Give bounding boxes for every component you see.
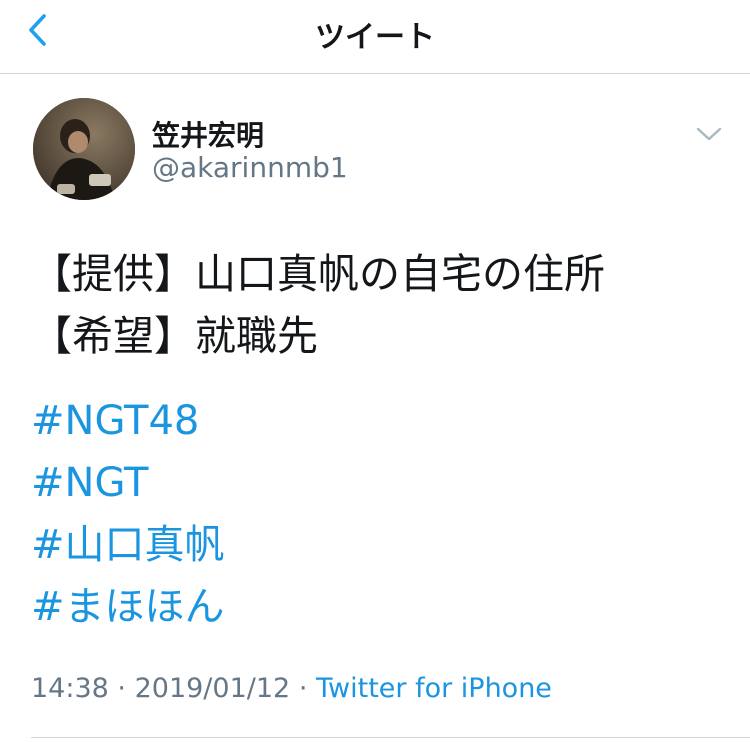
tweet-text-line: 【提供】山口真帆の自宅の住所 xyxy=(31,250,605,298)
author-name[interactable]: 笠井宏明 xyxy=(152,114,264,154)
tweet-metadata: 14:38 · 2019/01/12 · Twitter for iPhone xyxy=(31,673,552,704)
page-title: ツイート xyxy=(315,20,435,55)
hashtag-link[interactable]: #NGT xyxy=(31,452,225,514)
meta-separator: · xyxy=(298,673,308,704)
avatar[interactable] xyxy=(33,98,135,200)
chevron-down-icon xyxy=(696,127,722,141)
hashtag-link[interactable]: #まほほん xyxy=(31,576,225,638)
meta-separator: · xyxy=(117,673,126,704)
hashtag-link[interactable]: #山口真帆 xyxy=(31,514,225,576)
tweet-date: 2019/01/12 xyxy=(134,673,291,704)
hashtag-link[interactable]: #NGT48 xyxy=(31,390,225,452)
divider xyxy=(31,737,750,738)
tweet-text-line: 【希望】就職先 xyxy=(31,312,318,360)
tweet-menu-button[interactable] xyxy=(694,122,724,146)
author-handle[interactable]: @akarinnmb1 xyxy=(152,151,348,184)
tweet-source-link[interactable]: Twitter for iPhone xyxy=(316,673,552,704)
tweet-text: 【提供】山口真帆の自宅の住所 【希望】就職先 xyxy=(31,243,605,367)
hashtag-list: #NGT48 #NGT #山口真帆 #まほほん xyxy=(31,390,225,638)
tweet-time: 14:38 xyxy=(31,673,109,704)
profile-photo xyxy=(33,98,135,200)
navigation-bar: ツイート xyxy=(0,0,750,74)
